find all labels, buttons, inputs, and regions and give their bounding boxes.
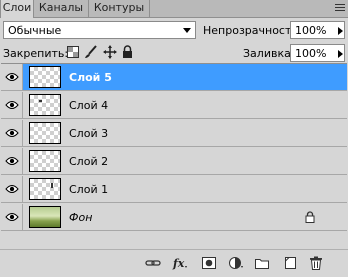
- layer-thumbnail: [29, 94, 61, 116]
- tab-channels[interactable]: Каналы: [34, 0, 89, 17]
- add-mask-icon[interactable]: [201, 255, 217, 271]
- eye-icon: [5, 101, 19, 109]
- lock-label: Закрепить:: [3, 47, 69, 60]
- fill-input[interactable]: 100%: [290, 44, 345, 62]
- layer-thumbnail: [29, 122, 61, 144]
- visibility-toggle[interactable]: [1, 204, 23, 230]
- opacity-input[interactable]: 100%: [290, 21, 345, 39]
- opacity-value: 100%: [295, 24, 327, 37]
- new-group-icon[interactable]: [254, 255, 270, 271]
- tab-layers[interactable]: Слои: [0, 0, 34, 18]
- panel-footer: fx: [0, 249, 348, 277]
- trash-icon[interactable]: [308, 255, 324, 271]
- fill-value: 100%: [295, 47, 327, 60]
- tab-bar: Слои Каналы Контуры: [0, 0, 348, 18]
- new-layer-icon[interactable]: [282, 255, 298, 271]
- lock-pixels-icon[interactable]: [84, 45, 98, 59]
- layer-row-1[interactable]: Слой 1: [1, 176, 347, 203]
- panel-menu-icon[interactable]: [334, 2, 346, 14]
- eye-icon: [5, 73, 19, 81]
- svg-text:fx: fx: [172, 257, 185, 270]
- opacity-arrow-icon[interactable]: [338, 27, 343, 35]
- visibility-toggle[interactable]: [1, 176, 23, 202]
- layer-name[interactable]: Слой 1: [69, 183, 108, 196]
- fill-label: Заливка:: [243, 47, 295, 60]
- layer-name[interactable]: Слой 3: [69, 127, 108, 140]
- tab-paths[interactable]: Контуры: [89, 0, 150, 17]
- lock-transparency-icon[interactable]: [67, 46, 79, 58]
- fx-icon[interactable]: fx: [172, 255, 188, 271]
- layer-row-background[interactable]: Фон: [1, 204, 347, 231]
- layer-name[interactable]: Слой 4: [69, 99, 108, 112]
- layer-thumbnail: [29, 206, 61, 228]
- layer-name[interactable]: Слой 2: [69, 155, 108, 168]
- layer-thumbnail: [29, 66, 61, 88]
- layer-name[interactable]: Фон: [69, 211, 92, 224]
- fill-arrow-icon[interactable]: [338, 50, 343, 58]
- link-layers-icon[interactable]: [145, 255, 161, 271]
- eye-icon: [5, 129, 19, 137]
- blend-mode-select[interactable]: Обычные: [3, 21, 196, 39]
- layer-thumbnail: [29, 150, 61, 172]
- visibility-toggle[interactable]: [1, 148, 23, 174]
- eye-icon: [5, 185, 19, 193]
- layer-row-5[interactable]: Слой 5: [1, 64, 347, 91]
- layer-thumbnail: [29, 178, 61, 200]
- layer-name[interactable]: Слой 5: [69, 71, 112, 84]
- layers-list: Слой 5 Слой 4 Слой 3 Слой 2 Слой 1 Фон: [1, 63, 347, 232]
- visibility-toggle[interactable]: [1, 92, 23, 118]
- blend-mode-value: Обычные: [8, 24, 62, 37]
- eye-icon: [5, 157, 19, 165]
- layer-row-4[interactable]: Слой 4: [1, 92, 347, 119]
- layer-row-2[interactable]: Слой 2: [1, 148, 347, 175]
- lock-all-icon[interactable]: [122, 45, 133, 58]
- eye-icon: [5, 213, 19, 221]
- opacity-label: Непрозрачность:: [203, 24, 302, 37]
- visibility-toggle[interactable]: [1, 64, 23, 90]
- adjustment-layer-icon[interactable]: [228, 255, 244, 271]
- lock-icon: [305, 211, 315, 223]
- layers-panel: Слои Каналы Контуры Обычные Непрозрачнос…: [0, 0, 348, 277]
- lock-position-icon[interactable]: [103, 45, 117, 59]
- chevron-down-icon: [183, 28, 191, 33]
- layer-row-3[interactable]: Слой 3: [1, 120, 347, 147]
- visibility-toggle[interactable]: [1, 120, 23, 146]
